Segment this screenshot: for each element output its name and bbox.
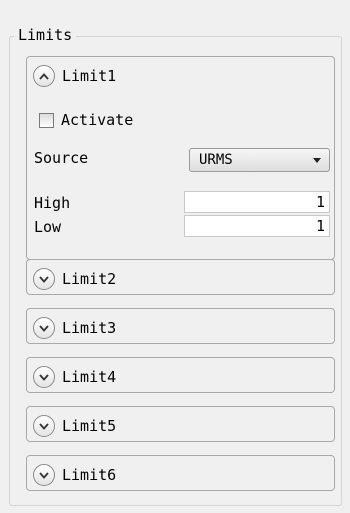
source-select[interactable]: URMS <box>189 148 330 172</box>
activate-checkbox[interactable] <box>39 112 54 128</box>
chevron-down-icon[interactable] <box>33 317 55 339</box>
limit2-label: Limit2 <box>62 270 117 288</box>
limit1-label: Limit1 <box>62 67 117 85</box>
limit4-header[interactable]: Limit4 <box>33 364 116 390</box>
limit5-section: Limit5 <box>26 406 335 442</box>
low-label: Low <box>34 218 62 236</box>
low-input[interactable]: 1 <box>184 215 330 237</box>
limit2-section: Limit2 <box>26 259 335 295</box>
limit1-section: Limit1 Activate Source URMS High 1 Low 1 <box>26 56 335 260</box>
source-label: Source <box>34 149 89 167</box>
limit3-label: Limit3 <box>62 319 117 337</box>
chevron-down-icon[interactable] <box>33 464 55 486</box>
limit6-section: Limit6 <box>26 455 335 491</box>
limit5-header[interactable]: Limit5 <box>33 413 116 439</box>
high-label: High <box>34 194 71 212</box>
limit3-header[interactable]: Limit3 <box>33 315 116 341</box>
limit6-header[interactable]: Limit6 <box>33 462 116 488</box>
chevron-down-icon[interactable] <box>33 366 55 388</box>
limit5-label: Limit5 <box>62 417 117 435</box>
high-input[interactable]: 1 <box>184 191 330 213</box>
limit4-label: Limit4 <box>62 368 117 386</box>
chevron-down-icon[interactable] <box>33 268 55 290</box>
source-select-value: URMS <box>199 152 233 168</box>
limit3-section: Limit3 <box>26 308 335 344</box>
chevron-down-icon[interactable] <box>33 415 55 437</box>
limit4-section: Limit4 <box>26 357 335 393</box>
activate-label: Activate <box>61 111 134 129</box>
limits-group-title: Limits <box>14 27 77 44</box>
limit6-label: Limit6 <box>62 466 117 484</box>
triangle-down-icon <box>313 158 321 163</box>
limit1-header[interactable]: Limit1 <box>33 63 116 89</box>
chevron-up-icon[interactable] <box>33 65 55 87</box>
limit2-header[interactable]: Limit2 <box>33 266 116 292</box>
limits-panel: Limits Limit1 Activate Source URMS High … <box>0 0 350 513</box>
activate-checkbox-row[interactable]: Activate <box>39 111 133 129</box>
